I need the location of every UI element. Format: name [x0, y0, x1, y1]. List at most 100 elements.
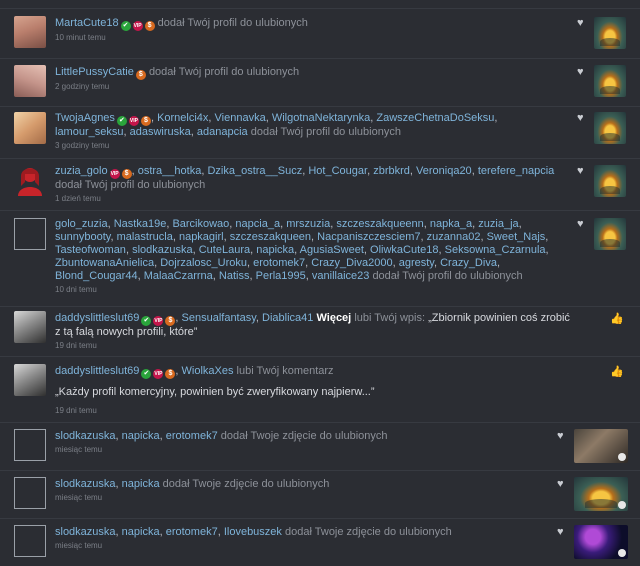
heart-icon: ♥	[557, 526, 564, 538]
user-link[interactable]: LittlePussyCatie	[55, 66, 134, 78]
comment-quote[interactable]: „Każdy profil komercyjny, powinien być z…	[55, 386, 570, 399]
vip-badge: VIP	[132, 21, 143, 31]
notification-row: golo_zuzia, Nastka19e, Barcikowao, napci…	[0, 210, 640, 306]
user-link[interactable]: szczeszakqueenn	[336, 218, 423, 230]
user-link[interactable]: ostra__hotka	[138, 165, 202, 177]
user-link[interactable]: slodkazuska	[55, 478, 116, 490]
user-link[interactable]: Crazy_Diva2000	[311, 257, 392, 269]
avatar[interactable]	[14, 16, 46, 48]
user-link[interactable]: golo_zuzia	[55, 218, 108, 230]
user-link[interactable]: WiolkaXes	[182, 365, 234, 377]
user-link[interactable]: Viennavka	[215, 112, 266, 124]
profile-thumbnail[interactable]	[594, 65, 626, 97]
user-link[interactable]: napcia_a	[235, 218, 280, 230]
user-link[interactable]: MalaaCzarrna	[144, 270, 213, 282]
user-link[interactable]: slodkazuska	[55, 430, 116, 442]
user-link[interactable]: napicka	[256, 244, 294, 256]
avatar[interactable]	[14, 65, 46, 97]
timestamp: 3 godziny temu	[55, 141, 110, 150]
user-link[interactable]: CuteLaura	[199, 244, 250, 256]
user-link[interactable]: Perla1995	[256, 270, 306, 282]
user-link[interactable]: Barcikowao	[172, 218, 229, 230]
avatar[interactable]	[14, 311, 46, 343]
profile-thumbnail[interactable]	[594, 165, 626, 197]
user-link[interactable]: daddyslittleslut69	[55, 365, 139, 377]
timestamp: 10 dni temu	[55, 285, 97, 294]
user-link[interactable]: adanapcia	[197, 126, 248, 138]
user-link[interactable]: AgusiaSweet	[300, 244, 364, 256]
user-link[interactable]: Seksowna_Czarnula	[445, 244, 546, 256]
user-link[interactable]: daddyslittleslut69	[55, 312, 139, 324]
user-link[interactable]: Crazy_Diva	[440, 257, 497, 269]
user-link[interactable]: Ilovebuszek	[224, 526, 282, 538]
user-link[interactable]: Sweet_Najs	[487, 231, 546, 243]
user-link[interactable]: ZawszeChetnaDoSeksu	[376, 112, 494, 124]
user-link[interactable]: napka_a	[430, 218, 472, 230]
photo-thumbnail[interactable]	[574, 477, 628, 511]
user-link[interactable]: Nacpaniszczesciem7	[317, 231, 420, 243]
user-link[interactable]: erotomek7	[166, 430, 218, 442]
user-link[interactable]: zuzia_golo	[55, 165, 108, 177]
vip-badge: VIP	[153, 369, 164, 379]
user-link[interactable]: napicka	[122, 478, 160, 490]
user-link[interactable]: Kornelci4x	[157, 112, 208, 124]
camera-icon	[618, 549, 626, 557]
user-link[interactable]: slodkazuska	[55, 526, 116, 538]
user-link[interactable]: lamour_seksu	[55, 126, 123, 138]
avatar[interactable]	[14, 164, 46, 196]
user-link[interactable]: Veroniqa20	[416, 165, 472, 177]
user-link[interactable]: erotomek7	[166, 526, 218, 538]
profile-thumbnail[interactable]	[594, 218, 626, 250]
photo-thumbnail[interactable]	[574, 429, 628, 463]
user-link[interactable]: adaswiruska	[130, 126, 191, 138]
avatar[interactable]	[14, 525, 46, 557]
avatar[interactable]	[14, 112, 46, 144]
avatar[interactable]	[14, 429, 46, 461]
user-link[interactable]: terefere_napcia	[478, 165, 554, 177]
user-link[interactable]: szczeszakqueen	[230, 231, 311, 243]
user-link[interactable]: sunnybooty	[55, 231, 110, 243]
user-link[interactable]: napkagirl	[179, 231, 224, 243]
profile-thumbnail[interactable]	[594, 17, 626, 49]
user-link[interactable]: napicka	[122, 526, 160, 538]
photo-thumbnail[interactable]	[574, 525, 628, 559]
user-link[interactable]: zuzanna02	[427, 231, 481, 243]
user-link[interactable]: Dzika_ostra__Sucz	[207, 165, 302, 177]
timestamp: 1 dzień temu	[55, 194, 101, 203]
user-link[interactable]: mrszuzia	[286, 218, 330, 230]
user-link[interactable]: vanillaice23	[312, 270, 369, 282]
vip-badge: VIP	[109, 169, 120, 179]
action-text: dodał Twój profil do ulubionych	[372, 270, 523, 282]
user-link[interactable]: Nastka19e	[114, 218, 167, 230]
user-link[interactable]: Blond_Cougar44	[55, 270, 138, 282]
user-link[interactable]: slodkazuska	[132, 244, 193, 256]
user-link[interactable]: Diablica41	[262, 312, 313, 324]
avatar[interactable]	[14, 218, 46, 250]
user-link[interactable]: OliwkaCute18	[370, 244, 438, 256]
user-link[interactable]: agresty	[399, 257, 434, 269]
user-link[interactable]: Dojrzalosc_Uroku	[160, 257, 247, 269]
user-link[interactable]: Natiss	[219, 270, 250, 282]
user-link[interactable]: Sensualfantasy	[182, 312, 256, 324]
avatar[interactable]	[14, 364, 46, 396]
user-link[interactable]: TwojaAgnes	[55, 112, 115, 124]
action-text: dodał Twój profil do ulubionych	[250, 126, 401, 138]
user-link[interactable]: zbrbkrd	[373, 165, 410, 177]
avatar[interactable]	[14, 477, 46, 509]
timestamp: miesiąc temu	[55, 493, 103, 502]
vip-badge: VIP	[153, 316, 164, 326]
profile-thumbnail[interactable]	[594, 112, 626, 144]
user-link[interactable]: Hot_Cougar	[308, 165, 367, 177]
more-link[interactable]: Więcej	[316, 312, 351, 324]
user-link[interactable]: zuzia_ja	[478, 218, 518, 230]
user-link[interactable]: WilgotnaNektarynka	[272, 112, 370, 124]
user-link[interactable]: erotomek7	[253, 257, 305, 269]
user-link[interactable]: napicka	[122, 430, 160, 442]
user-link[interactable]: Tasteofwoman	[55, 244, 126, 256]
user-link[interactable]: MartaCute18	[55, 17, 119, 29]
notification-row: slodkazuska, napicka, erotomek7, Ilovebu…	[0, 518, 640, 566]
user-link[interactable]: ZbuntowanaAnielica	[55, 257, 154, 269]
premium-badge: $	[140, 116, 151, 126]
heart-icon: ♥	[577, 66, 584, 78]
user-link[interactable]: malastrucla	[117, 231, 173, 243]
